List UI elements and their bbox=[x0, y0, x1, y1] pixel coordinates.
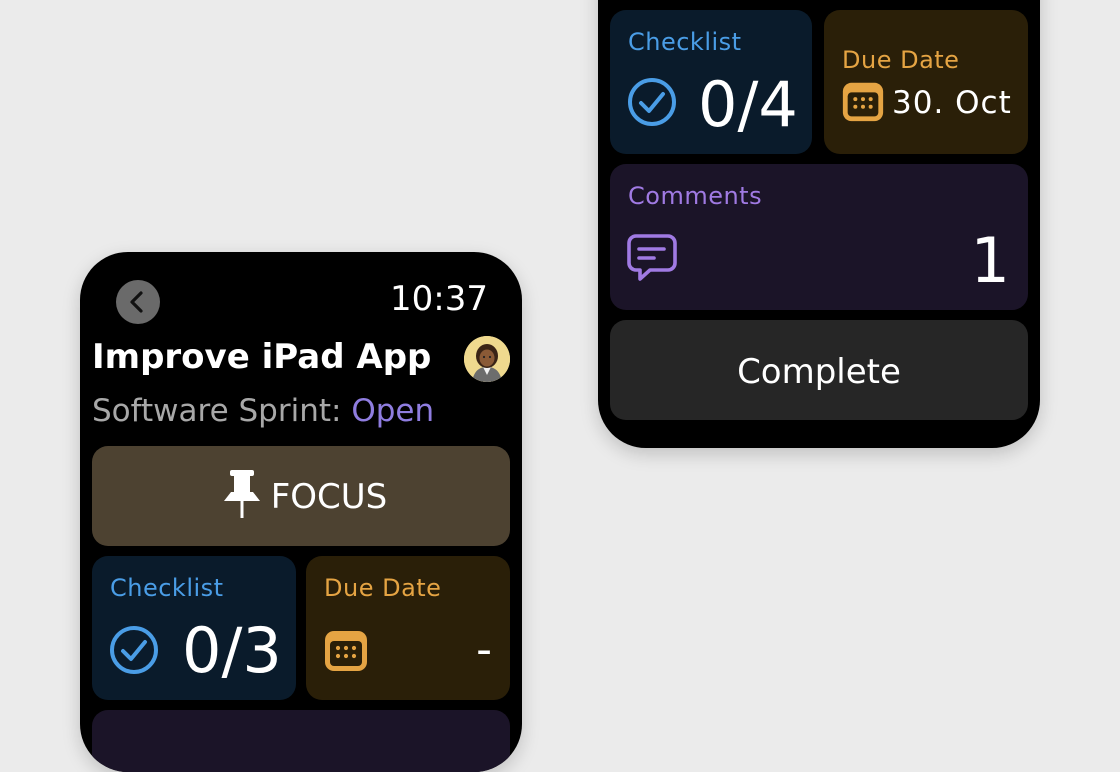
comments-label: Comments bbox=[628, 182, 763, 210]
task-status: Open bbox=[351, 393, 435, 429]
due-date-label: Due Date bbox=[324, 574, 442, 602]
chevron-left-icon bbox=[130, 291, 143, 313]
user-avatar[interactable] bbox=[464, 336, 510, 382]
task-detail-screen-scrolled: Checklist 0/4 Due Date 30. Oct Comments … bbox=[598, 0, 1040, 448]
due-date-card[interactable]: Due Date - bbox=[306, 556, 510, 700]
complete-label: Complete bbox=[737, 352, 901, 392]
project-name: Software Sprint: bbox=[92, 393, 342, 429]
task-title: Improve iPad App bbox=[92, 337, 432, 377]
calendar-icon bbox=[325, 631, 367, 671]
checklist-label: Checklist bbox=[110, 574, 224, 602]
checkmark-circle-icon bbox=[110, 626, 158, 674]
task-project-status: Software Sprint: Open bbox=[92, 396, 434, 427]
comments-card-partial[interactable] bbox=[92, 710, 510, 772]
checklist-label: Checklist bbox=[628, 28, 742, 56]
comments-card[interactable]: Comments 1 bbox=[610, 164, 1028, 310]
checkmark-circle-icon bbox=[628, 78, 676, 126]
checklist-progress: 0/4 bbox=[698, 68, 798, 141]
comment-bubble-icon bbox=[627, 234, 677, 281]
calendar-icon bbox=[842, 82, 884, 122]
due-date-value: 30. Oct bbox=[892, 85, 1012, 121]
task-detail-screen: 10:37 Improve iPad App Software Sprint: … bbox=[80, 252, 522, 772]
due-date-card[interactable]: Due Date 30. Oct bbox=[824, 10, 1028, 154]
checklist-card[interactable]: Checklist 0/3 bbox=[92, 556, 296, 700]
focus-button[interactable]: FOCUS bbox=[92, 446, 510, 546]
checklist-progress: 0/3 bbox=[182, 614, 282, 687]
comments-count: 1 bbox=[970, 224, 1010, 297]
clock-time: 10:37 bbox=[390, 279, 488, 319]
due-date-label: Due Date bbox=[842, 46, 960, 74]
checklist-card[interactable]: Checklist 0/4 bbox=[610, 10, 812, 154]
due-date-value: - bbox=[476, 624, 492, 675]
complete-button[interactable]: Complete bbox=[610, 320, 1028, 420]
back-button[interactable] bbox=[116, 280, 160, 324]
focus-label: FOCUS bbox=[270, 477, 388, 517]
